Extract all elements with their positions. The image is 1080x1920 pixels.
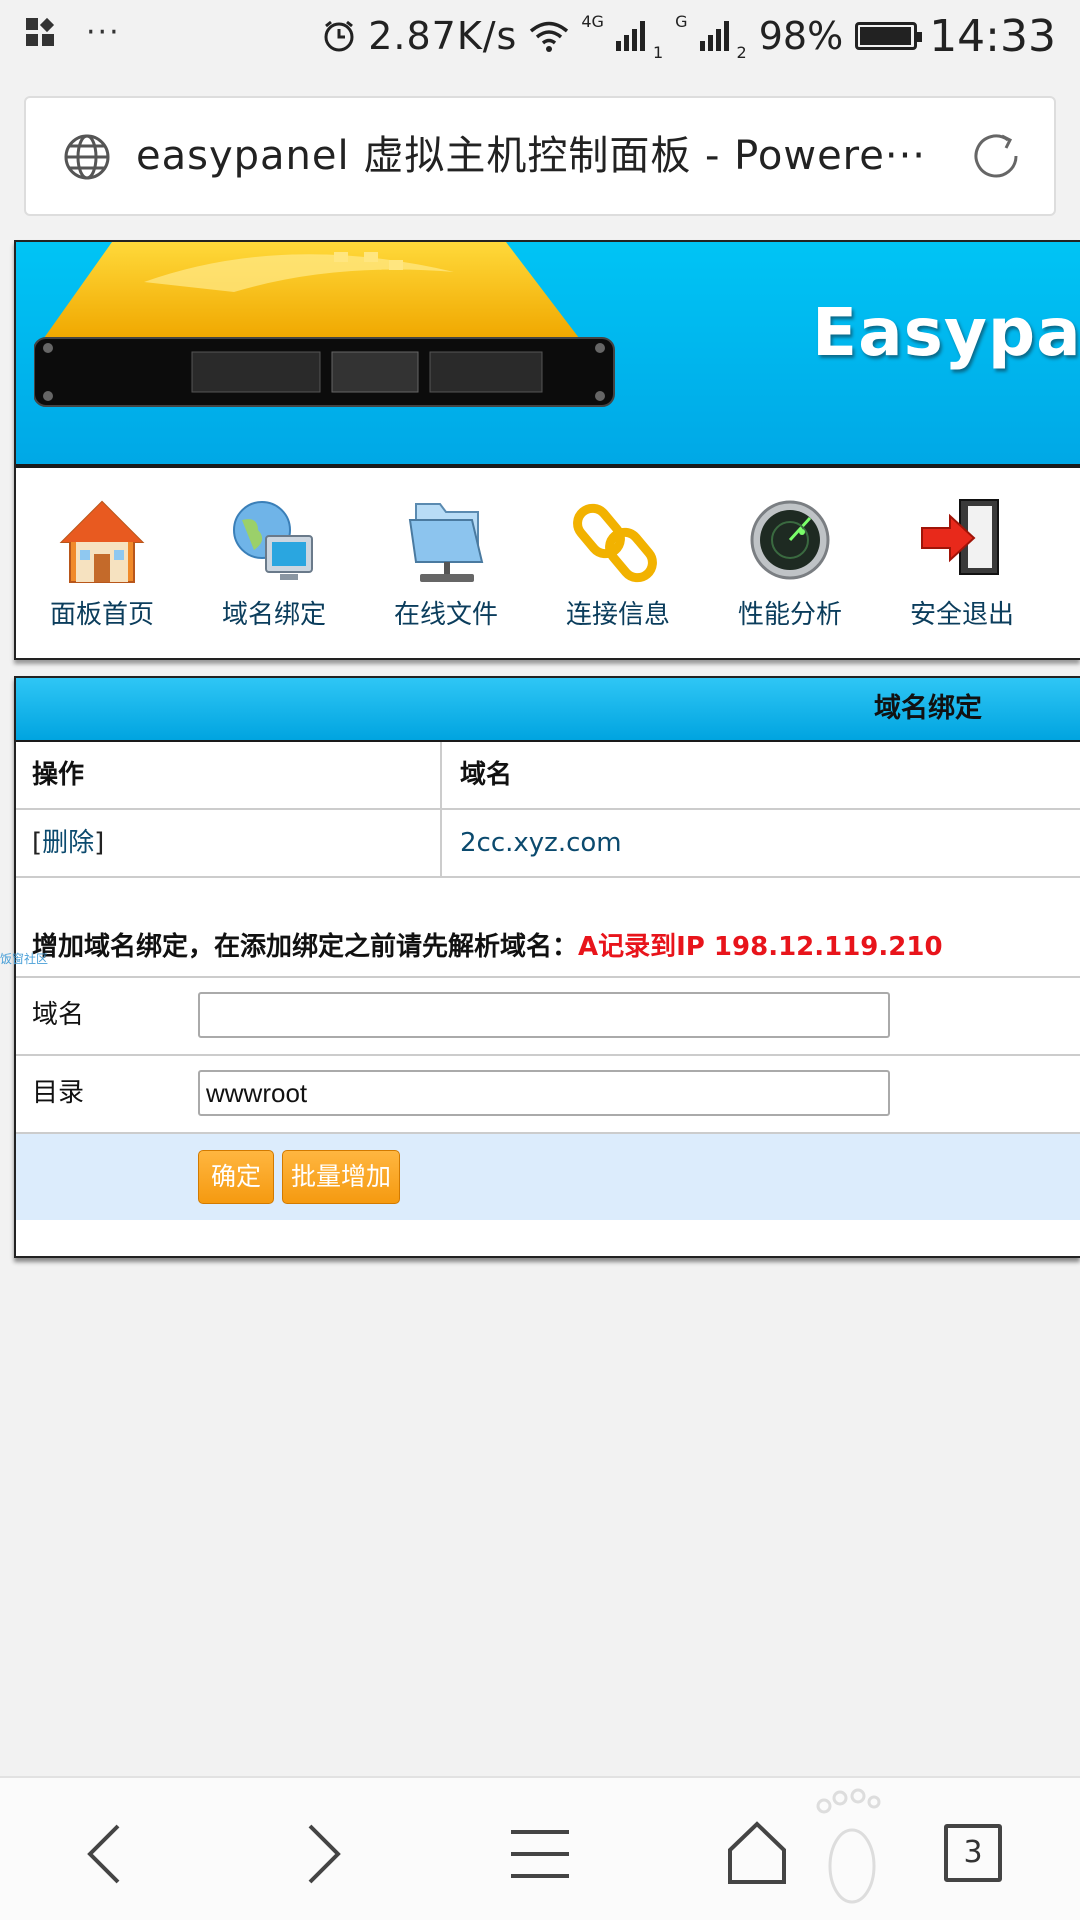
signal-icon-sim2 bbox=[699, 21, 729, 51]
main-nav: 面板首页 域名绑定 在线文件 连接信息 性能分析 安全退出 bbox=[16, 474, 1080, 660]
web-page: Easypanel 面板首页 bbox=[14, 240, 1080, 1258]
clock: 14:33 bbox=[929, 10, 1056, 62]
signal-icon-sim1 bbox=[615, 21, 645, 51]
home-nav-icon[interactable] bbox=[712, 1808, 802, 1898]
battery-icon bbox=[855, 22, 923, 50]
nav-label-home: 面板首页 bbox=[49, 600, 154, 630]
nav-label-performance: 性能分析 bbox=[737, 600, 842, 630]
reload-icon[interactable] bbox=[968, 128, 1024, 184]
alarm-icon bbox=[324, 20, 354, 52]
nav-item-home[interactable]: 面板首页 bbox=[16, 474, 188, 660]
watermark: 饭窗社区 bbox=[0, 952, 49, 966]
directory-form-row: 目录 wwwroot bbox=[16, 1056, 1080, 1134]
sim1-type: 4G bbox=[581, 12, 604, 31]
domain-table: 操作 域名 [删除] 2cc.xyz.com bbox=[16, 742, 1080, 878]
notice-ip-highlight: A记录到IP 198.12.119.210 bbox=[578, 932, 943, 962]
browser-bottom-bar: 3 bbox=[0, 1776, 1080, 1920]
radar-gauge-icon bbox=[750, 500, 830, 580]
nav-label-online-files: 在线文件 bbox=[393, 600, 498, 630]
domain-label: 域名 bbox=[32, 1000, 85, 1030]
sim2-type: G bbox=[675, 12, 688, 31]
notice-text: 增加域名绑定，在添加绑定之前请先解析域名： bbox=[32, 932, 579, 962]
wifi-icon bbox=[530, 21, 569, 52]
server-illustration bbox=[34, 242, 615, 407]
globe-monitor-icon bbox=[233, 501, 313, 580]
exit-door-icon bbox=[921, 499, 999, 575]
app-grid-icon bbox=[26, 17, 56, 48]
table-row: [删除] 2cc.xyz.com bbox=[16, 810, 1080, 878]
panel-title: 域名绑定 bbox=[874, 693, 982, 724]
tab-count: 3 bbox=[944, 1824, 1002, 1882]
binding-notice: 增加域名绑定，在添加绑定之前请先解析域名：A记录到IP 198.12.119.2… bbox=[32, 926, 943, 963]
domain-form-row: 域名 bbox=[16, 978, 1080, 1056]
nav-item-logout[interactable]: 安全退出 bbox=[876, 474, 1048, 660]
nav-label-domain-binding: 域名绑定 bbox=[221, 600, 326, 630]
domain-input[interactable] bbox=[198, 992, 890, 1038]
delete-link[interactable]: 删除 bbox=[42, 828, 94, 858]
menu-icon[interactable] bbox=[495, 1808, 585, 1898]
forward-icon[interactable] bbox=[278, 1808, 368, 1898]
folder-network-icon bbox=[408, 503, 484, 582]
browser-address-bar[interactable]: easypanel 虚拟主机控制面板 - Powere··· bbox=[24, 96, 1056, 216]
header-panel: Easypanel 面板首页 bbox=[14, 240, 1080, 660]
directory-label: 目录 bbox=[32, 1078, 85, 1108]
back-icon[interactable] bbox=[60, 1808, 150, 1898]
sim2-slot: 2 bbox=[736, 43, 747, 62]
confirm-button[interactable]: 确定 bbox=[198, 1150, 274, 1204]
network-speed: 2.87K/s bbox=[368, 14, 518, 58]
globe-icon bbox=[64, 134, 110, 180]
chain-link-icon bbox=[573, 503, 657, 583]
domain-binding-panel: 域名绑定 操作 域名 [删除] 2cc.xyz.com 增加域名绑定，在添加绑定… bbox=[14, 676, 1080, 1258]
action-cell: [删除] bbox=[16, 810, 442, 876]
column-header-domain: 域名 bbox=[460, 760, 513, 790]
home-icon bbox=[59, 500, 145, 583]
button-row: 确定 批量增加 bbox=[16, 1134, 1080, 1220]
nav-item-connection-info[interactable]: 连接信息 bbox=[532, 474, 704, 660]
batch-add-button[interactable]: 批量增加 bbox=[282, 1150, 400, 1204]
nav-item-domain-binding[interactable]: 域名绑定 bbox=[188, 474, 360, 660]
battery-percent: 98% bbox=[758, 14, 844, 58]
table-header-row: 操作 域名 bbox=[16, 742, 1080, 810]
easypanel-logo: Easypanel bbox=[812, 294, 1080, 371]
page-title[interactable]: easypanel 虚拟主机控制面板 - Powere··· bbox=[136, 98, 956, 214]
nav-item-online-files[interactable]: 在线文件 bbox=[360, 474, 532, 660]
nav-item-performance[interactable]: 性能分析 bbox=[704, 474, 876, 660]
sim1-slot: 1 bbox=[652, 43, 664, 62]
nav-label-logout: 安全退出 bbox=[909, 600, 1014, 630]
footprint-watermark-icon bbox=[816, 1788, 881, 1904]
domain-link[interactable]: 2cc.xyz.com bbox=[444, 810, 622, 876]
tabs-button[interactable]: 3 bbox=[928, 1808, 1018, 1898]
banner: Easypanel bbox=[16, 242, 1080, 468]
nav-label-connection-info: 连接信息 bbox=[565, 600, 670, 630]
more-notifications-icon: ··· bbox=[86, 15, 121, 50]
panel-header: 域名绑定 bbox=[16, 678, 1080, 742]
status-bar: ··· 2.87K/s 4G 1 G 2 98% 14:33 bbox=[0, 0, 1080, 72]
column-header-action: 操作 bbox=[16, 742, 442, 808]
directory-input[interactable]: wwwroot bbox=[198, 1070, 890, 1116]
